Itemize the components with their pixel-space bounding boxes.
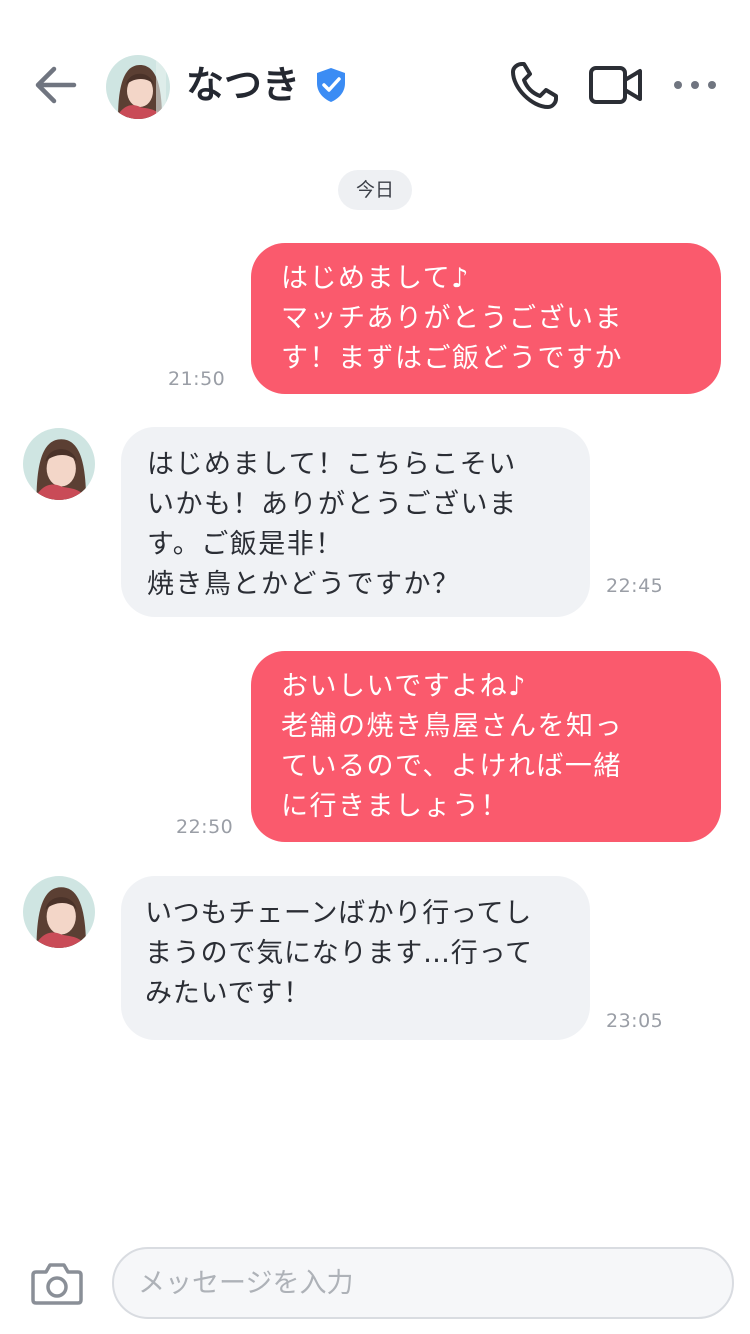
received-message-bubble[interactable]: はじめまして！こちらこそい いかも！ありがとうございま す。ご飯是非！ 焼き鳥と… [121,427,590,617]
more-icon[interactable] [672,70,718,100]
sent-message-bubble[interactable]: はじめまして♪ マッチありがとうございま す！まずはご飯どうですか [251,243,721,394]
chat-header: なつき [0,0,750,150]
phone-icon[interactable] [508,58,562,112]
video-icon[interactable] [588,62,644,108]
back-arrow-icon[interactable] [30,58,84,112]
avatar[interactable] [23,876,95,948]
message-time: 22:45 [606,575,664,597]
avatar[interactable] [23,428,95,500]
verified-badge-icon [312,66,350,104]
chat-screen: なつき 今日 21:50 はじめまして♪ マッチありがとうございま す！まずはご… [0,0,750,1334]
contact-name: なつき [186,63,301,107]
sent-message-bubble[interactable]: おいしいですよね♪ 老舗の焼き鳥屋さんを知っ ているので、よければ一緒 に行きま… [251,651,721,842]
message-time: 23:05 [606,1010,664,1032]
received-message-bubble[interactable]: いつもチェーンばかり行ってし まうので気になります…行って みたいです！ [121,876,590,1040]
message-input[interactable] [112,1247,734,1319]
message-time: 21:50 [168,368,226,390]
camera-icon[interactable] [30,1258,84,1308]
date-divider: 今日 [338,170,412,210]
message-time: 22:50 [176,816,234,838]
avatar[interactable] [106,55,170,119]
